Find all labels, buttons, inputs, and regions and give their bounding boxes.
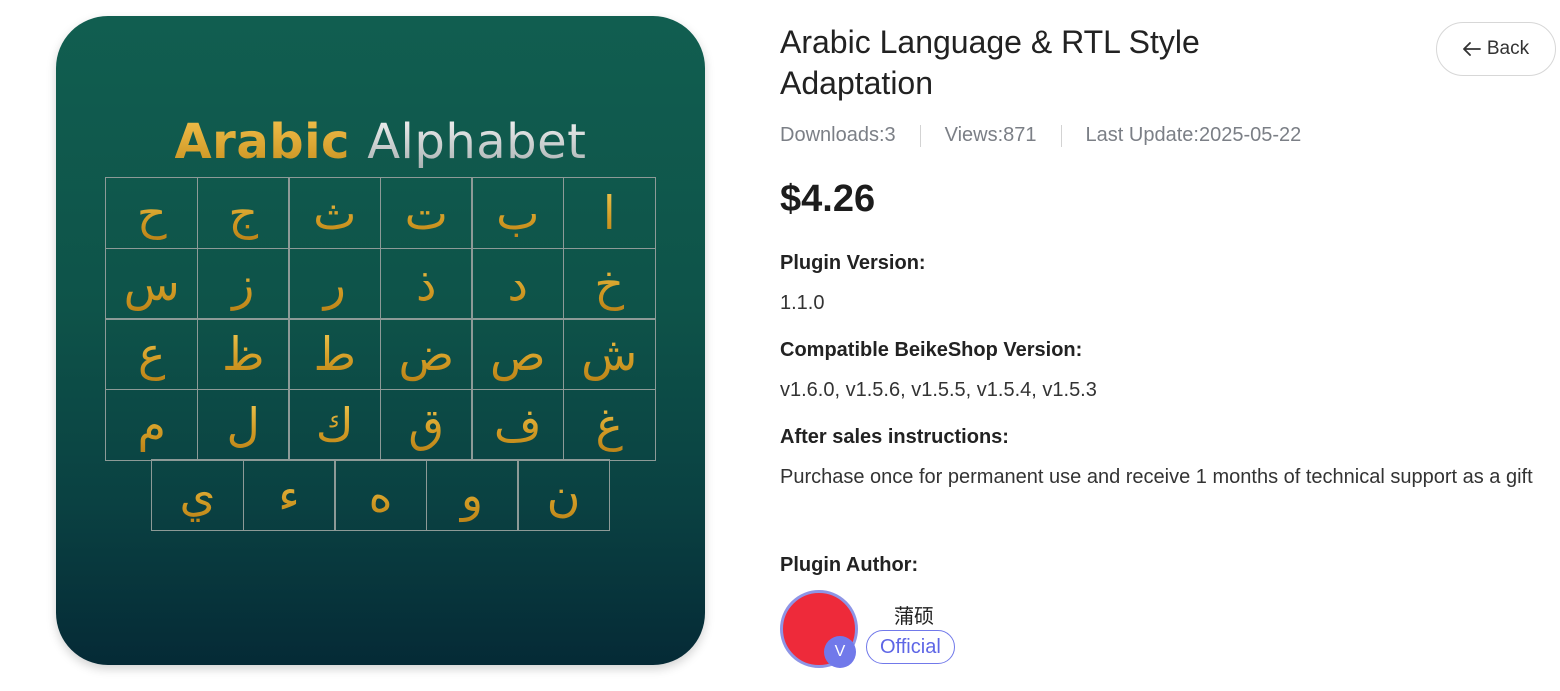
arabic-letter-cell: ذ (379, 247, 473, 320)
arabic-letter-cell: ا (562, 177, 656, 250)
letter-row: سزرذدخ (101, 247, 660, 320)
arabic-letter-cell: ش (562, 318, 656, 391)
last-update: Last Update:2025-05-22 (1085, 124, 1302, 146)
compatible-version-label: Compatible BeikeShop Version: (780, 339, 1083, 361)
price: $4.26 (780, 178, 876, 220)
plugin-version-label: Plugin Version: (780, 252, 926, 274)
arabic-letter-cell: ع (105, 318, 199, 391)
letter-row: يءهون (101, 459, 660, 532)
divider (919, 124, 921, 147)
author-name[interactable]: 蒲硕 (894, 600, 934, 629)
views-count: Views:871 (944, 124, 1037, 146)
letter-row: حجثتبا (101, 177, 660, 250)
after-sales-text: Purchase once for permanent use and rece… (780, 466, 1533, 488)
arabic-letter-cell: ن (517, 459, 610, 532)
plugin-stats: Downloads:3 Views:871 Last Update:2025-0… (780, 124, 1301, 147)
arabic-letter-cell: ظ (196, 318, 290, 391)
arabic-letter-cell: ص (471, 318, 565, 391)
letter-row: ملكقفغ (101, 388, 660, 461)
plugin-author-label: Plugin Author: (780, 554, 919, 576)
arabic-letter-cell: م (105, 388, 199, 461)
after-sales-label: After sales instructions: (780, 426, 1009, 448)
divider (1060, 124, 1062, 147)
arabic-letter-cell: ق (379, 388, 473, 461)
arrow-left-icon (1462, 42, 1481, 56)
plugin-title: Arabic Language & RTL Style Adaptation (780, 24, 1200, 101)
arabic-letter-cell: ه (334, 459, 427, 532)
arabic-letter-cell: غ (562, 388, 656, 461)
arabic-letter-cell: ط (288, 318, 382, 391)
plugin-version-value: 1.1.0 (780, 292, 825, 314)
arabic-letter-cell: ح (105, 177, 199, 250)
official-badge: Official (866, 630, 955, 664)
arabic-letter-cell: ي (151, 459, 244, 532)
arabic-letter-cell: ب (471, 177, 565, 250)
arabic-letter-cell: ء (242, 459, 336, 532)
arabic-letter-cell: خ (562, 247, 656, 320)
arabic-letter-cell: ل (196, 388, 290, 461)
arabic-letter-cell: س (105, 247, 199, 320)
back-button[interactable]: Back (1436, 22, 1556, 76)
arabic-letter-cell: ث (288, 177, 382, 250)
arabic-letter-cell: ض (379, 318, 473, 391)
product-image: Arabic Alphabet حجثتباسزرذدخعظطضصشملكقفغ… (56, 16, 705, 665)
back-label: Back (1486, 38, 1530, 59)
arabic-letter-cell: د (471, 247, 565, 320)
arabic-letter-cell: ف (471, 388, 565, 461)
arabic-letter-grid: حجثتباسزرذدخعظطضصشملكقفغيءهون (101, 177, 660, 532)
image-title: Arabic Alphabet (56, 114, 705, 170)
arabic-letter-cell: ت (379, 177, 473, 250)
arabic-letter-cell: ك (288, 388, 382, 461)
image-title-arabic: Arabic (174, 114, 350, 170)
downloads-count: Downloads:3 (780, 124, 896, 146)
arabic-letter-cell: ر (288, 247, 382, 320)
image-title-alphabet: Alphabet (367, 114, 587, 170)
compatible-version-value: v1.6.0, v1.5.6, v1.5.5, v1.5.4, v1.5.3 (780, 379, 1097, 401)
letter-row: عظطضصش (101, 318, 660, 391)
arabic-letter-cell: ج (196, 177, 290, 250)
verified-badge: V (824, 636, 856, 668)
arabic-letter-cell: و (425, 459, 519, 532)
arabic-letter-cell: ز (196, 247, 290, 320)
